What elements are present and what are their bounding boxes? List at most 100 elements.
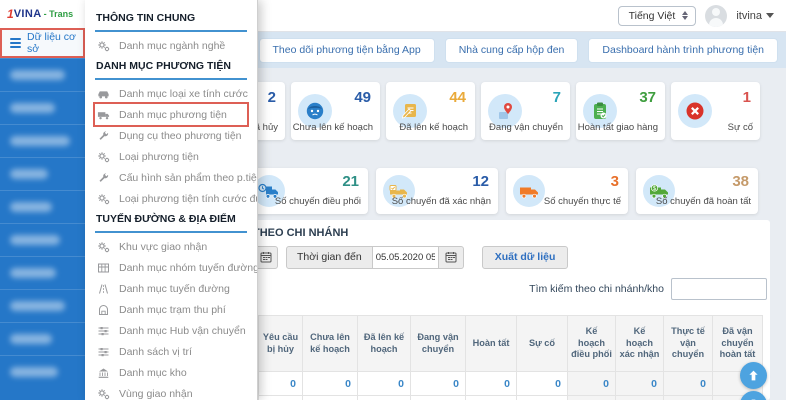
gears-icon <box>97 387 111 400</box>
card-value: 2 <box>267 89 276 106</box>
menu-item-location-list[interactable]: Danh sách vị trí <box>95 341 247 362</box>
table-cell: 0 <box>567 371 616 396</box>
arrow-up-icon <box>749 370 758 381</box>
gears-icon <box>97 240 111 253</box>
sidebar-item-redacted[interactable] <box>0 289 85 322</box>
card-delivered: 37 Hoàn tất giao hàng <box>576 82 665 140</box>
menu-item-label: Danh mục tuyến đường <box>119 282 230 295</box>
menu-item-toll-station[interactable]: Danh mục trạm thu phí <box>95 299 247 320</box>
card-value: 3 <box>610 173 619 190</box>
card-value: 21 <box>342 173 359 190</box>
sidebar-item-redacted[interactable] <box>0 91 85 124</box>
table-cell: 0 <box>615 371 664 396</box>
col-header: Yêu cầu bị hủy <box>258 315 303 372</box>
sidebar-item-redacted[interactable] <box>0 256 85 289</box>
menu-item-vehicle-catalog[interactable]: Danh mục phương tiện <box>93 102 249 127</box>
menu-item-industry-catalog[interactable]: Danh mục ngành nghề <box>95 35 247 56</box>
truck-icon <box>513 175 545 207</box>
tab-track-by-app[interactable]: Theo dõi phương tiện bằng App <box>258 38 435 63</box>
card-label: Số chuyến đã hoàn tất <box>655 196 751 207</box>
sliders-icon <box>97 345 111 358</box>
to-date-calendar-button[interactable] <box>438 245 464 269</box>
menu-item-route-catalog[interactable]: Danh mục tuyến đường <box>95 278 247 299</box>
app-logo: 1 VINA - Trans <box>0 0 85 28</box>
table-cell: 0 <box>410 395 466 400</box>
menu-item-label: Dụng cụ theo phương tiện <box>119 129 242 142</box>
user-menu[interactable]: itvina <box>736 10 774 22</box>
table-cell: 0 <box>615 395 664 400</box>
menu-item-delivery-region[interactable]: Vùng giao nhận <box>95 383 247 400</box>
menu-item-product-config[interactable]: Cấu hình sản phẩm theo p.tiện <box>95 167 257 188</box>
col-header: Kế hoạch điều phối <box>567 315 616 372</box>
table-row: 0 0 0 0 0 0 0 0 0 0 <box>258 395 763 400</box>
table-cell: 0 <box>663 371 713 396</box>
section-divider <box>95 231 247 233</box>
card-actual-trips: 3 Số chuyến thực tế <box>506 168 628 214</box>
card-label: Số chuyến thực tế <box>543 196 621 207</box>
filter-row: Thời gian đến Xuất dữ liệu <box>253 245 569 269</box>
menu-item-vehicle-type[interactable]: Loại phương tiện <box>95 146 247 167</box>
toll-booth-icon <box>97 303 111 316</box>
sliders-icon <box>97 324 111 337</box>
menu-item-vehicle-fare-type[interactable]: Danh mục loại xe tính cước <box>95 83 248 104</box>
menu-item-label: Danh mục kho <box>119 366 187 379</box>
gears-icon <box>97 150 111 163</box>
sidebar-item-redacted[interactable] <box>0 58 85 91</box>
export-data-button[interactable]: Xuất dữ liệu <box>481 245 569 269</box>
branch-search-input[interactable] <box>671 278 767 300</box>
user-avatar[interactable] <box>705 4 728 27</box>
road-icon <box>97 282 111 295</box>
language-select[interactable]: Tiếng Việt <box>617 5 697 26</box>
menu-item-label: Khu vực giao nhận <box>119 240 208 253</box>
menu-item-label: Vùng giao nhận <box>119 387 193 400</box>
card-label: Số chuyến đã xác nhận <box>391 196 491 207</box>
table-icon <box>97 261 111 274</box>
menu-item-road-fare-vehicle-type[interactable]: Loại phương tiện tính cước đường bộ <box>95 188 257 209</box>
menu-item-transport-hub[interactable]: Danh mục Hub vận chuyển <box>95 320 247 341</box>
card-label: Chưa lên kế hoạch <box>292 122 373 133</box>
card-incident: 1 Sự cố <box>671 82 760 140</box>
tab-journey-dashboard[interactable]: Dashboard hành trình phương tiện <box>588 38 778 63</box>
col-header: Đang vận chuyển <box>410 315 466 372</box>
card-in-transit: 7 Đang vận chuyển <box>481 82 570 140</box>
col-header: Hoàn tất <box>465 315 517 372</box>
to-date-label: Thời gian đến <box>286 245 373 269</box>
sidebar-item-redacted[interactable] <box>0 157 85 190</box>
menu-item-warehouse-catalog[interactable]: Danh mục kho <box>95 362 247 383</box>
menu-item-label: Danh sách vị trí <box>119 345 192 358</box>
sidebar-item-redacted[interactable] <box>0 355 85 388</box>
scroll-up-button[interactable] <box>740 362 767 389</box>
sidebar-item-redacted[interactable] <box>0 124 85 157</box>
menu-item-delivery-area[interactable]: Khu vực giao nhận <box>95 236 247 257</box>
tab-blackbox-provider[interactable]: Nhà cung cấp hộp đen <box>444 38 579 63</box>
sidebar-item-label: Dữ liệu cơ sở <box>27 31 76 55</box>
gears-icon <box>97 39 111 52</box>
branch-panel-title: THEO CHI NHÁNH <box>253 227 349 239</box>
card-value: 7 <box>552 89 561 106</box>
card-value: 38 <box>732 173 749 190</box>
card-dispatched-trips: 21 Số chuyến điều phối <box>246 168 368 214</box>
sidebar-item-redacted[interactable] <box>0 223 85 256</box>
menu-section-header: DANH MỤC PHƯƠNG TIỆN <box>96 60 231 72</box>
sidebar-item-redacted[interactable] <box>0 190 85 223</box>
menu-item-vehicle-tools[interactable]: Dụng cụ theo phương tiện <box>95 125 247 146</box>
sidebar-item-base-data[interactable]: Dữ liệu cơ sở <box>0 28 85 58</box>
select-arrows-icon <box>682 11 689 20</box>
menu-item-label: Loại phương tiện <box>119 150 199 163</box>
menu-item-label: Danh mục Hub vận chuyển <box>119 324 246 337</box>
gears-icon <box>97 192 111 205</box>
card-completed-trips: $ 38 Số chuyến đã hoàn tất <box>636 168 758 214</box>
sidebar-item-redacted[interactable] <box>0 322 85 355</box>
language-select-value: Tiếng Việt <box>628 9 676 22</box>
username: itvina <box>736 9 762 22</box>
table-cell: 0 <box>357 371 411 396</box>
sidebar: 1 VINA - Trans Dữ liệu cơ sở <box>0 0 85 400</box>
to-date-input[interactable] <box>372 245 439 269</box>
col-header: Đã lên kế hoạch <box>357 315 411 372</box>
card-value: 1 <box>742 89 751 106</box>
col-header: Sự cố <box>516 315 568 372</box>
car-icon <box>97 87 111 100</box>
card-unplanned: 49 Chưa lên kế hoạch <box>291 82 380 140</box>
table-cell: 0 <box>516 371 568 396</box>
menu-item-route-group[interactable]: Danh mục nhóm tuyến đường <box>95 257 257 278</box>
